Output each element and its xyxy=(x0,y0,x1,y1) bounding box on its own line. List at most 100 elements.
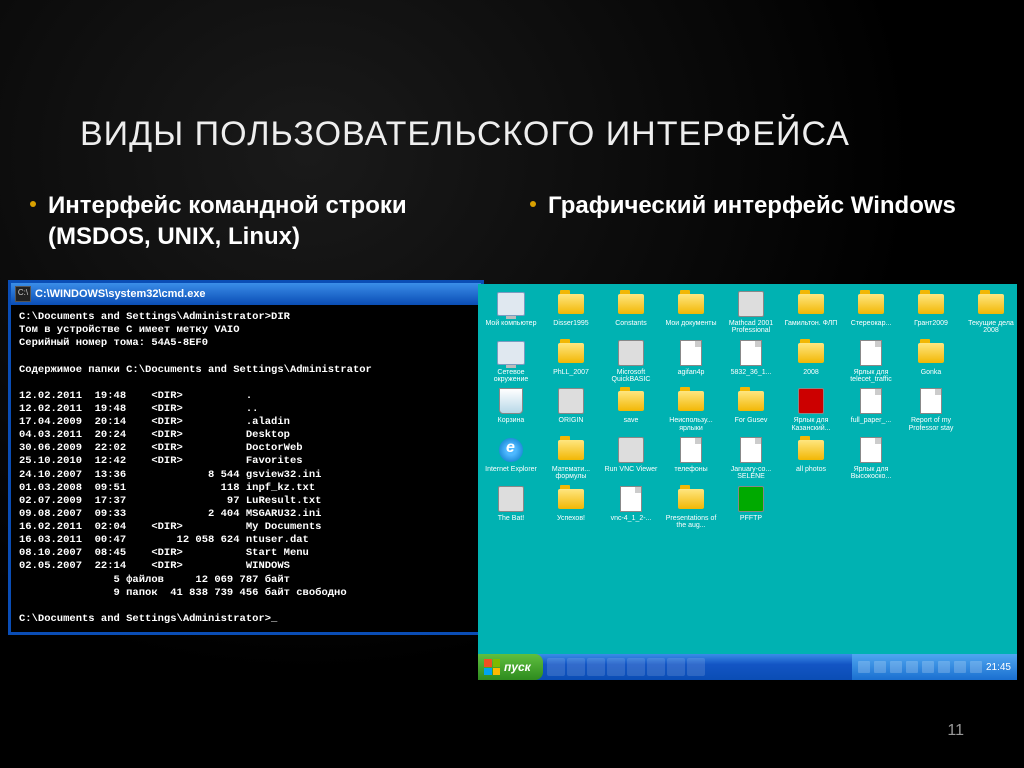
file-icon xyxy=(857,387,885,415)
desktop-icon[interactable]: Математи... формулы xyxy=(542,436,600,481)
desktop-icon[interactable]: Mathcad 2001 Professional xyxy=(722,290,780,335)
desktop-icon[interactable]: PFFTP xyxy=(722,485,780,530)
system-tray[interactable]: 21:45 xyxy=(852,654,1017,680)
windows-desktop[interactable]: Мой компьютер Disser1995 ConstantsМои доку… xyxy=(478,284,1017,680)
tray-icon[interactable] xyxy=(954,661,966,673)
desktop-icon-label: January-co... SELENE xyxy=(722,466,780,481)
desktop-icon[interactable]: vnc-4_1_2-... xyxy=(602,485,660,530)
desktop-icon-label: Report of my Professor stay xyxy=(902,417,960,432)
folder-icon xyxy=(557,436,585,464)
desktop-icon[interactable]: save xyxy=(602,387,660,432)
desktop-icon-label: full_paper_... xyxy=(851,417,891,424)
tray-icon[interactable] xyxy=(938,661,950,673)
desktop-icon[interactable]: Успехов! xyxy=(542,485,600,530)
desktop-icon[interactable]: 5832_36_1... xyxy=(722,339,780,384)
ql-icon[interactable] xyxy=(667,658,685,676)
quick-launch[interactable] xyxy=(543,658,709,676)
desktop-icon[interactable]: Internet Explorer xyxy=(482,436,540,481)
bullet-dot-icon xyxy=(30,201,36,207)
exe-icon xyxy=(737,290,765,318)
desktop-icon[interactable]: Gonka xyxy=(902,339,960,384)
desktop-icon[interactable]: Run VNC Viewer xyxy=(602,436,660,481)
desktop-icon[interactable]: Microsoft QuickBASIC xyxy=(602,339,660,384)
tray-icon[interactable] xyxy=(922,661,934,673)
cmd-titlebar[interactable]: C:\ C:\WINDOWS\system32\cmd.exe xyxy=(11,283,481,305)
exe-icon xyxy=(617,436,645,464)
file-icon xyxy=(617,485,645,513)
folder-icon xyxy=(797,436,825,464)
desktop-icon[interactable]: Грант2009 xyxy=(902,290,960,335)
desktop-icon-label: 2008 xyxy=(803,369,819,376)
desktop-icon-label: Мой компьютер xyxy=(486,320,537,327)
tray-icon[interactable] xyxy=(874,661,886,673)
tray-icon[interactable] xyxy=(858,661,870,673)
start-button[interactable]: пуск xyxy=(478,654,543,680)
desktop-icon xyxy=(962,485,1017,530)
cmd-icon: C:\ xyxy=(15,286,31,302)
ql-icon[interactable] xyxy=(687,658,705,676)
desktop-icon[interactable]: January-co... SELENE xyxy=(722,436,780,481)
tray-icon[interactable] xyxy=(890,661,902,673)
desktop-icon xyxy=(962,436,1017,481)
tray-icon[interactable] xyxy=(970,661,982,673)
desktop-icon[interactable]: Неиспользу... ярлыки xyxy=(662,387,720,432)
ql-icon[interactable] xyxy=(647,658,665,676)
desktop-icon[interactable]: Ярлык для telecet_traffic xyxy=(842,339,900,384)
desktop-icon[interactable]: PhLL_2007 xyxy=(542,339,600,384)
desktop-icon[interactable]: телефоны xyxy=(662,436,720,481)
desktop-icon-label: 5832_36_1... xyxy=(731,369,772,376)
mycomp-icon xyxy=(497,339,525,367)
desktop-icon[interactable]: Гамильтон. ФЛП xyxy=(782,290,840,335)
folder-icon xyxy=(617,387,645,415)
desktop-icon[interactable]: Сетевое окружение xyxy=(482,339,540,384)
desktop-icon-label: Microsoft QuickBASIC xyxy=(602,369,660,384)
ql-icon[interactable] xyxy=(547,658,565,676)
cmd-output[interactable]: C:\Documents and Settings\Administrator>… xyxy=(11,305,481,632)
cmd-window[interactable]: C:\ C:\WINDOWS\system32\cmd.exe C:\Docum… xyxy=(8,280,484,635)
desktop-icon[interactable]: Constants xyxy=(602,290,660,335)
desktop-icon-label: agifan4p xyxy=(678,369,705,376)
desktop-icon[interactable]: Мои документы xyxy=(662,290,720,335)
left-bullet-text: Интерфейс командной строки (MSDOS, UNIX,… xyxy=(48,190,490,252)
desktop-icon-label: Ярлык для Казанский... xyxy=(782,417,840,432)
desktop-icon[interactable]: agifan4p xyxy=(662,339,720,384)
desktop-icon[interactable]: Мой компьютер xyxy=(482,290,540,335)
desktop-icon[interactable]: 2008 xyxy=(782,339,840,384)
desktop-icon-label: PhLL_2007 xyxy=(553,369,589,376)
desktop-icon[interactable]: ORIGIN xyxy=(542,387,600,432)
ql-icon[interactable] xyxy=(607,658,625,676)
exe-icon xyxy=(497,485,525,513)
desktop-icon[interactable]: Текущие дела 2008 xyxy=(962,290,1017,335)
desktop-icon-label: Presentations of the aug... xyxy=(662,515,720,530)
cmd-title-text: C:\WINDOWS\system32\cmd.exe xyxy=(35,288,206,300)
desktop-icon[interactable]: The Bat! xyxy=(482,485,540,530)
desktop-icon-label: Стереокар... xyxy=(851,320,892,327)
ql-icon[interactable] xyxy=(587,658,605,676)
file-icon xyxy=(677,436,705,464)
desktop-icon[interactable]: For Gusev xyxy=(722,387,780,432)
folder-icon xyxy=(977,290,1005,318)
desktop-icon[interactable]: Ярлык для Высокоско... xyxy=(842,436,900,481)
desktop-icon[interactable]: Стереокар... xyxy=(842,290,900,335)
desktop-icon[interactable]: all photos xyxy=(782,436,840,481)
desktop-icon-label: vnc-4_1_2-... xyxy=(611,515,652,522)
exe green-icon xyxy=(737,485,765,513)
desktop-icon-label: Disser1995 xyxy=(553,320,588,327)
slide-title: ВИДЫ ПОЛЬЗОВАТЕЛЬСКОГО ИНТЕРФЕЙСА xyxy=(80,115,850,154)
desktop-icon[interactable]: Presentations of the aug... xyxy=(662,485,720,530)
folder-icon xyxy=(557,485,585,513)
tray-icon[interactable] xyxy=(906,661,918,673)
desktop-icon[interactable]: full_paper_... xyxy=(842,387,900,432)
taskbar[interactable]: пуск 21:45 xyxy=(478,654,1017,680)
desktop-icon[interactable]: Ярлык для Казанский... xyxy=(782,387,840,432)
desktop-icon xyxy=(962,339,1017,384)
desktop-icon-label: Mathcad 2001 Professional xyxy=(722,320,780,335)
folder-icon xyxy=(677,290,705,318)
desktop-icon[interactable]: Report of my Professor stay xyxy=(902,387,960,432)
desktop-icon[interactable]: Disser1995 xyxy=(542,290,600,335)
ql-icon[interactable] xyxy=(627,658,645,676)
desktop-icon-label: PFFTP xyxy=(740,515,762,522)
clock[interactable]: 21:45 xyxy=(986,662,1011,673)
desktop-icon[interactable]: Корзина xyxy=(482,387,540,432)
ql-icon[interactable] xyxy=(567,658,585,676)
